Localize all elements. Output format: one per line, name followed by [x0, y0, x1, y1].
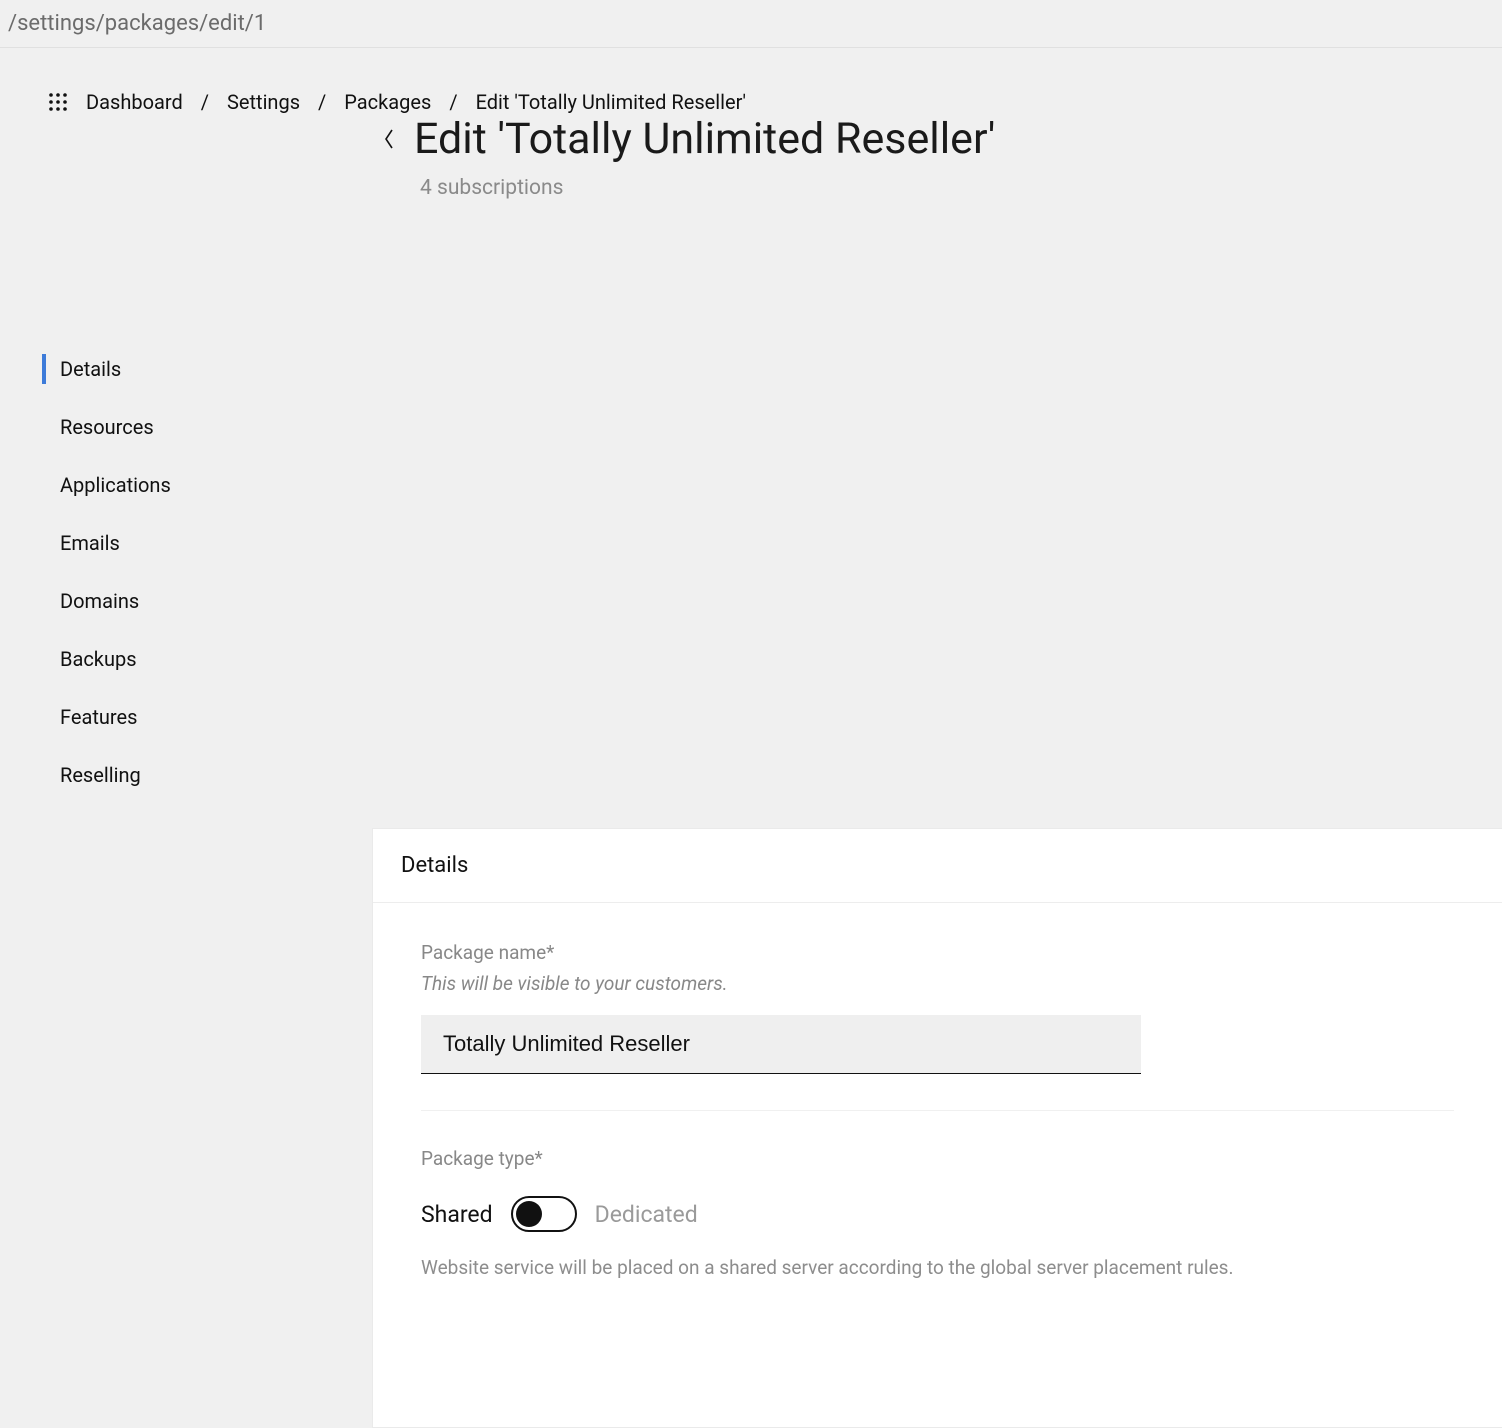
sidebar-item-backups[interactable]: Backups: [42, 630, 372, 688]
breadcrumb: Dashboard / Settings / Packages / Edit '…: [0, 48, 1502, 114]
breadcrumb-item-current: Edit 'Totally Unlimited Reseller': [476, 90, 746, 114]
breadcrumb-separator: /: [318, 90, 326, 114]
package-name-help: This will be visible to your customers.: [421, 972, 1454, 995]
page-header: Edit 'Totally Unlimited Reseller' 4 subs…: [0, 114, 1502, 200]
package-name-input[interactable]: [421, 1015, 1141, 1074]
toggle-knob-icon: [516, 1201, 542, 1227]
package-name-label: Package name*: [421, 941, 1454, 964]
url-bar: /settings/packages/edit/1: [0, 0, 1502, 48]
sidebar-item-details[interactable]: Details: [42, 340, 372, 398]
panel-title: Details: [373, 829, 1502, 903]
sidebar-item-label: Features: [60, 705, 137, 729]
sidebar-item-label: Resources: [60, 415, 154, 439]
breadcrumb-separator: /: [201, 90, 209, 114]
sidebar-item-emails[interactable]: Emails: [42, 514, 372, 572]
page-subtitle: 4 subscriptions: [420, 176, 1502, 200]
sidebar: Details Resources Applications Emails Do…: [0, 280, 372, 804]
package-type-dedicated-label: Dedicated: [595, 1201, 698, 1228]
package-type-description: Website service will be placed on a shar…: [421, 1256, 1454, 1279]
sidebar-item-applications[interactable]: Applications: [42, 456, 372, 514]
sidebar-item-label: Applications: [60, 473, 171, 497]
back-chevron-icon[interactable]: [378, 119, 400, 159]
sidebar-item-domains[interactable]: Domains: [42, 572, 372, 630]
sidebar-item-label: Backups: [60, 647, 137, 671]
package-name-group: Package name* This will be visible to yo…: [421, 941, 1454, 1111]
breadcrumb-separator: /: [449, 90, 457, 114]
page-title: Edit 'Totally Unlimited Reseller': [414, 114, 995, 164]
sidebar-item-resources[interactable]: Resources: [42, 398, 372, 456]
breadcrumb-item-packages[interactable]: Packages: [344, 90, 431, 114]
sidebar-item-label: Details: [60, 357, 121, 381]
breadcrumb-item-dashboard[interactable]: Dashboard: [86, 90, 183, 114]
apps-grid-icon[interactable]: [48, 93, 68, 111]
details-panel: Details Package name* This will be visib…: [372, 828, 1502, 1428]
package-type-toggle[interactable]: [511, 1196, 577, 1232]
breadcrumb-item-settings[interactable]: Settings: [227, 90, 300, 114]
sidebar-item-reselling[interactable]: Reselling: [42, 746, 372, 804]
package-type-label: Package type*: [421, 1147, 1454, 1170]
sidebar-item-label: Domains: [60, 589, 139, 613]
package-type-group: Package type* Shared Dedicated Website s…: [421, 1147, 1454, 1279]
package-type-shared-label: Shared: [421, 1201, 493, 1228]
url-path: /settings/packages/edit/1: [8, 11, 266, 36]
sidebar-item-label: Emails: [60, 531, 120, 555]
sidebar-item-label: Reselling: [60, 763, 141, 787]
sidebar-item-features[interactable]: Features: [42, 688, 372, 746]
